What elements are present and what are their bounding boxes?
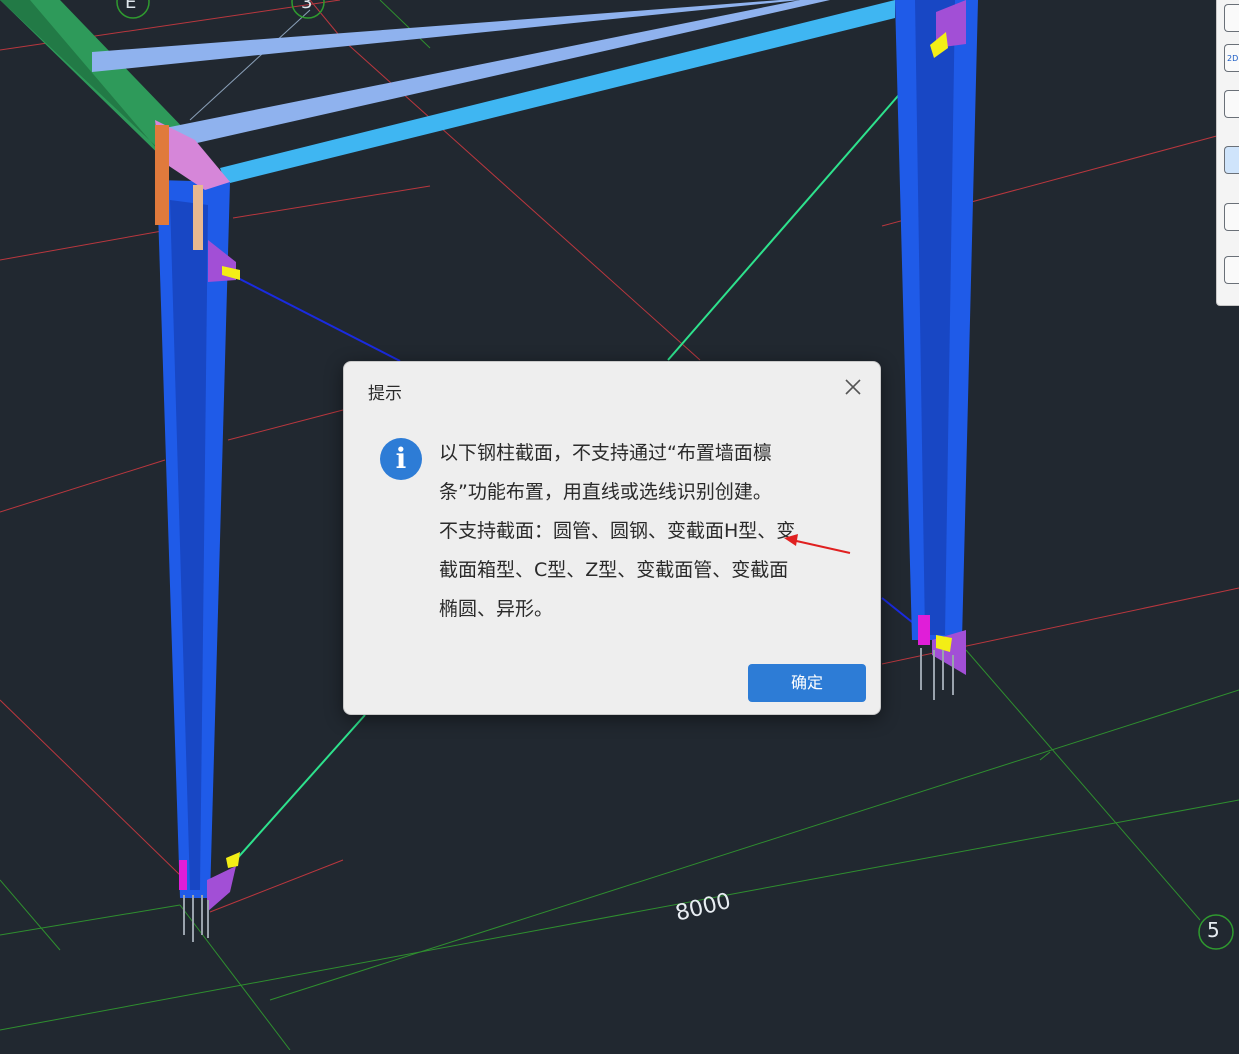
info-icon: i [380,438,422,480]
stiffener-plate [193,185,203,250]
2d-view-label: 2D [1227,54,1239,63]
close-icon[interactable] [842,376,864,398]
tip-dialog: 提示 i 以下钢柱截面，不支持通过“布置墙面檩 条”功能布置，用直线或选线识别创… [343,361,881,715]
2d-view-icon[interactable]: 2D [1224,44,1239,72]
axis-label-5: 5 [1207,918,1220,942]
list-icon[interactable] [1224,256,1239,284]
dialog-title: 提示 [368,384,402,404]
cube-top-icon[interactable] [1224,90,1239,118]
brace-line [231,274,401,362]
cloud-icon[interactable] [1224,4,1239,32]
axis-label-e: E [125,0,137,13]
purlin [220,0,895,184]
dialog-message: 以下钢柱截面，不支持通过“布置墙面檩 条”功能布置，用直线或选线识别创建。 不支… [439,434,849,629]
end-plate [155,125,169,225]
message-line: 椭圆、异形。 [439,598,554,620]
brace-line [667,49,939,361]
bracket-icon[interactable] [1224,203,1239,231]
anchor-bolts [183,895,209,942]
brace-bolt [226,852,240,868]
confirm-button[interactable]: 确定 [748,664,866,702]
message-line: 以下钢柱截面，不支持通过“布置墙面檩 [439,442,772,464]
brace-line [233,714,366,863]
base-stiffener [918,615,930,645]
message-line: 不支持截面：圆管、圆钢、变截面H型、变 [439,520,796,542]
cube-front-icon[interactable] [1224,146,1239,174]
base-stiffener [179,860,187,890]
message-line: 截面箱型、C型、Z型、变截面管、变截面 [439,559,789,581]
base-plate [207,866,236,912]
view-toolbar: 2D [1216,0,1239,306]
axis-label-3: 3 [301,0,313,13]
message-line: 条”功能布置，用直线或选线识别创建。 [439,481,772,503]
